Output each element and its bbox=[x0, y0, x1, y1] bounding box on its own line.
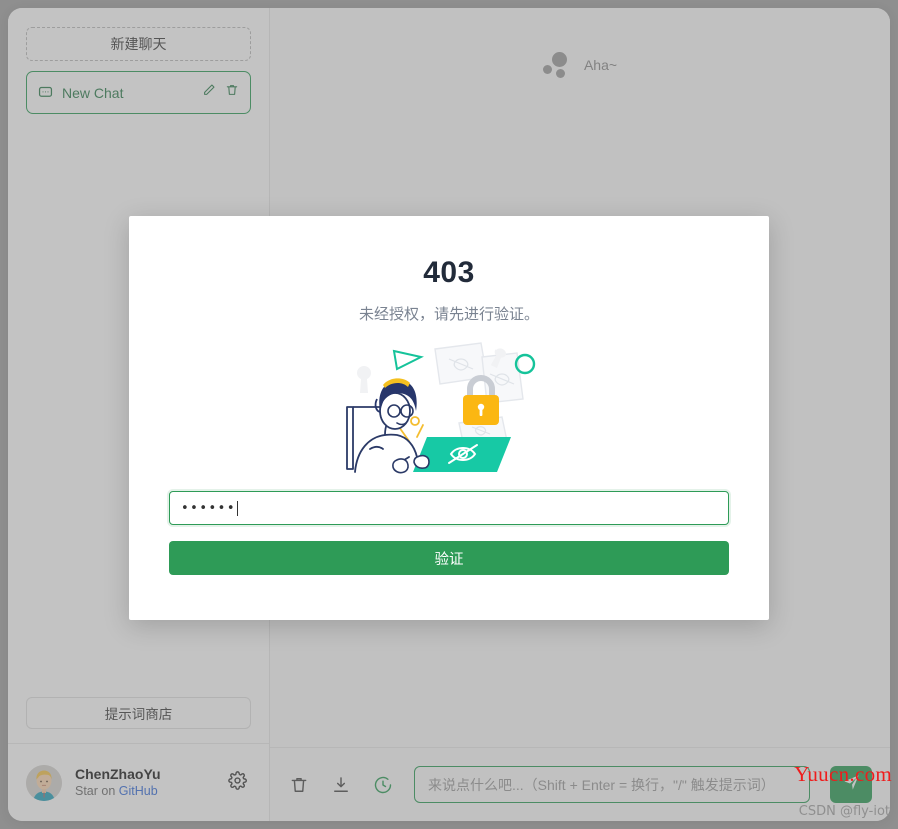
text-caret bbox=[237, 500, 239, 516]
verify-input-value: •••••• bbox=[181, 500, 237, 516]
unauthorized-illustration bbox=[169, 337, 729, 477]
error-code: 403 bbox=[423, 256, 475, 289]
unauthorized-modal: 403 未经授权，请先进行验证。 •••••• 验证 bbox=[129, 216, 769, 620]
watermark-gray: CSDN @fly-iot bbox=[798, 804, 890, 819]
verify-code-input[interactable]: •••••• bbox=[169, 491, 729, 525]
verify-button-label: 验证 bbox=[434, 551, 464, 568]
watermark-red: Yuucn.com bbox=[794, 762, 892, 786]
verify-button[interactable]: 验证 bbox=[169, 541, 729, 575]
error-subtitle: 未经授权，请先进行验证。 bbox=[358, 306, 539, 323]
